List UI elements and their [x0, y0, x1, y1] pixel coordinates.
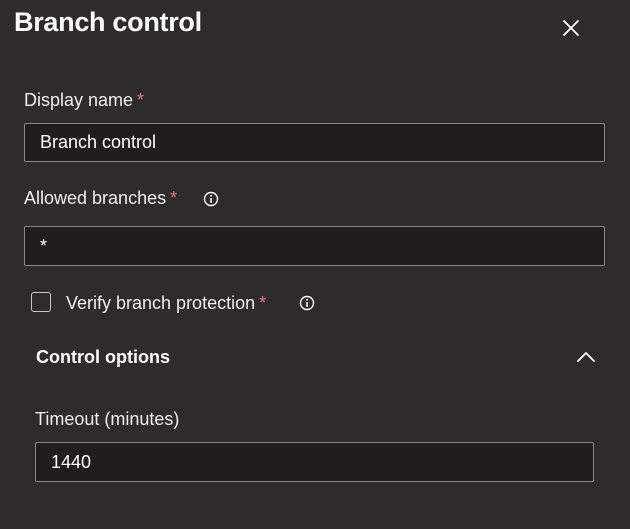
required-mark: * [259, 293, 267, 313]
verify-branch-protection-label: Verify branch protection * [66, 293, 266, 314]
timeout-input[interactable] [35, 442, 594, 482]
allowed-branches-label: Allowed branches * [24, 188, 177, 209]
display-name-input[interactable] [24, 123, 605, 162]
chevron-up-icon [577, 352, 595, 362]
verify-branch-protection-checkbox[interactable] [31, 292, 51, 312]
info-icon[interactable] [203, 191, 219, 207]
display-name-label-text: Display name [24, 90, 134, 110]
required-mark: * [170, 188, 178, 208]
timeout-label: Timeout (minutes) [35, 409, 180, 429]
display-name-label: Display name * [24, 90, 144, 111]
required-mark: * [137, 90, 145, 110]
close-button[interactable] [558, 15, 584, 41]
branch-control-panel: Branch control Display name* Allowed bra… [0, 0, 630, 529]
close-icon [563, 20, 579, 36]
panel-title: Branch control [14, 7, 202, 37]
verify-branch-protection-label-text: Verify branch protection [66, 293, 256, 313]
allowed-branches-label-text: Allowed branches [24, 188, 167, 208]
allowed-branches-input[interactable] [24, 226, 605, 266]
control-options-collapse-button[interactable] [575, 346, 597, 368]
control-options-heading: Control options [36, 347, 170, 367]
info-icon[interactable] [299, 295, 315, 311]
